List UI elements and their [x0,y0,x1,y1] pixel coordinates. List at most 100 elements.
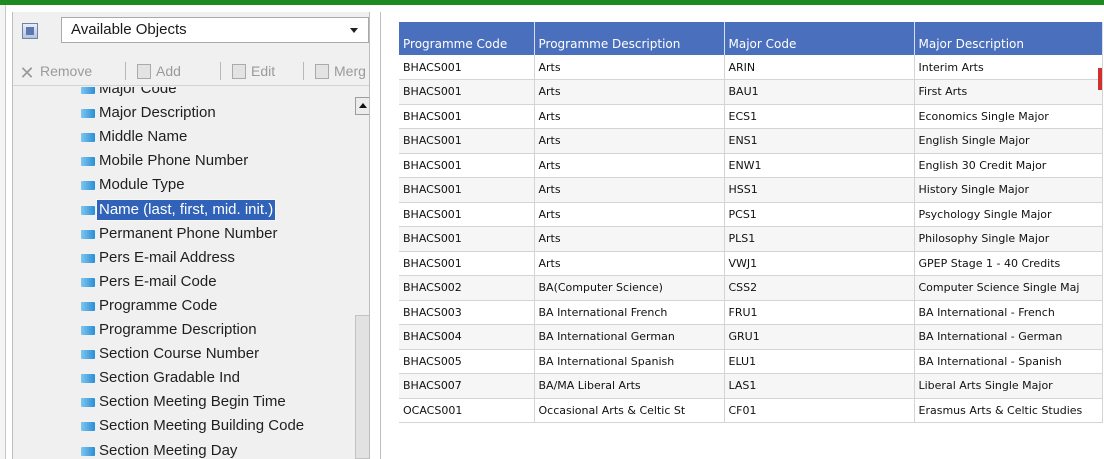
table-cell: Arts [534,202,725,227]
table-cell: First Arts [914,79,1103,105]
table-cell: Arts [534,251,725,276]
table-cell: Arts [534,79,725,105]
toolbar-divider [303,62,304,80]
edit-object-icon [232,64,246,79]
table-cell: Interim Arts [914,55,1103,80]
table-row[interactable]: BHACS001 Arts PLS1 Philosophy Single Major [399,226,1103,252]
table-cell: GRU1 [724,324,915,350]
table-cell: BA International French [534,300,725,325]
table-cell: ENS1 [724,128,915,154]
available-fields-list[interactable]: Major Code Major Description Middle Name Mo… [13,87,353,459]
table-cell: BHACS004 [399,324,535,350]
table-row[interactable]: BHACS001 Arts ECS1 Economics Single Major [399,104,1103,129]
table-cell: BA/MA Liberal Arts [534,373,725,399]
field-object-icon [81,253,95,263]
table-cell: ENW1 [724,153,915,178]
scroll-thumb[interactable] [355,315,369,459]
table-cell: Computer Science Single Maj [914,275,1103,301]
field-object-icon [81,374,95,384]
column-header[interactable]: Programme Description [534,22,725,55]
table-cell: BHACS003 [399,300,535,325]
merge-button[interactable]: Merg [315,61,366,81]
table-cell: Economics Single Major [914,104,1103,129]
table-cell: Arts [534,177,725,203]
column-header[interactable]: Major Description [914,22,1103,55]
edit-button[interactable]: Edit [232,61,275,81]
table-cell: PLS1 [724,226,915,252]
field-object-icon [81,398,95,408]
object-type-dropdown[interactable]: Available Objects [61,17,369,43]
table-cell: ELU1 [724,349,915,374]
field-label: Pers E-mail Code [99,272,217,290]
results-panel: Programme Code Programme Description Maj… [380,12,1104,459]
merge-object-icon [315,64,329,79]
field-object-icon [81,350,95,360]
field-object-icon [81,133,95,143]
row-marker [1098,68,1102,90]
add-button[interactable]: Add [137,61,181,81]
field-label: Mobile Phone Number [99,152,249,170]
table-cell: BHACS001 [399,251,535,276]
field-object-icon [81,181,95,191]
table-cell: Arts [534,104,725,129]
field-object-icon [81,109,95,119]
field-label: Programme Description [99,321,257,338]
table-cell: BHACS001 [399,79,535,105]
table-cell: BHACS001 [399,128,535,154]
table-cell: BHACS001 [399,177,535,203]
table-cell: Liberal Arts Single Major [914,373,1103,399]
table-row[interactable]: BHACS003 BA International French FRU1 BA In… [399,300,1103,325]
table-cell: BHACS001 [399,226,535,252]
remove-button[interactable]: ✕ Remove [19,61,92,83]
table-cell: OCACS001 [399,398,535,423]
chevron-down-icon[interactable] [350,28,358,33]
table-cell: BA International German [534,324,725,350]
object-type-value: Available Objects [71,21,187,38]
field-object-icon [81,229,95,239]
table-cell: GPEP Stage 1 - 40 Credits [914,251,1103,276]
table-row[interactable]: BHACS001 Arts ENW1 English 30 Credit Major [399,153,1103,178]
table-row[interactable]: BHACS001 Arts HSS1 History Single Major [399,177,1103,203]
table-cell: Arts [534,55,725,80]
table-cell: VWJ1 [724,251,915,276]
table-row[interactable]: BHACS007 BA/MA Liberal Arts LAS1 Liberal Ar… [399,373,1103,399]
table-cell: English Single Major [914,128,1103,154]
table-cell: BA International Spanish [534,349,725,374]
table-row[interactable]: BHACS001 Arts ARIN Interim Arts [399,55,1103,80]
column-header[interactable]: Programme Code [399,22,535,55]
table-cell: PCS1 [724,202,915,227]
table-row[interactable]: BHACS004 BA International German GRU1 BA In… [399,324,1103,350]
field-label: Section Meeting Day [99,441,238,459]
table-cell: BHACS001 [399,153,535,178]
remove-x-icon: ✕ [19,63,35,83]
objects-panel: Available Objects ✕ Remove Add Edit Merg … [12,12,370,459]
field-object-icon [81,301,95,311]
field-label: Name (last, first, mid. init.) [95,198,277,221]
table-row[interactable]: BHACS001 Arts ENS1 English Single Major [399,128,1103,154]
table-row[interactable]: BHACS001 Arts VWJ1 GPEP Stage 1 - 40 Credit… [399,251,1103,276]
toolbar-divider [220,62,221,80]
table-cell: LAS1 [724,373,915,399]
table-row[interactable]: BHACS002 BA(Computer Science) CSS2 Computer… [399,275,1103,301]
table-cell: Arts [534,128,725,154]
table-row[interactable]: BHACS005 BA International Spanish ELU1 BA I… [399,349,1103,374]
field-label: Middle Name [99,128,188,146]
table-cell: BHACS001 [399,104,535,129]
table-row[interactable]: BHACS001 Arts PCS1 Psychology Single Major [399,202,1103,227]
field-label: Section Meeting Begin Time [99,393,286,411]
add-object-icon [137,64,151,79]
field-object-icon [81,157,95,167]
table-cell: Erasmus Arts & Celtic Studies [914,398,1103,423]
table-cell: Arts [534,153,725,178]
objects-toolbar: ✕ Remove Add Edit Merg [13,54,369,86]
column-header[interactable]: Major Code [724,22,915,55]
table-row[interactable]: BHACS001 Arts BAU1 First Arts [399,79,1103,105]
scroll-up-arrow-icon[interactable] [355,97,369,115]
field-label: Section Course Number [99,345,260,363]
table-row[interactable]: OCACS001 Occasional Arts & Celtic St CF01 E… [399,398,1103,423]
objects-panel-icon [22,23,38,39]
field-list-scrollbar[interactable] [355,87,369,459]
table-cell: ARIN [724,55,915,80]
table-cell: History Single Major [914,177,1103,203]
add-label: Add [156,63,181,79]
